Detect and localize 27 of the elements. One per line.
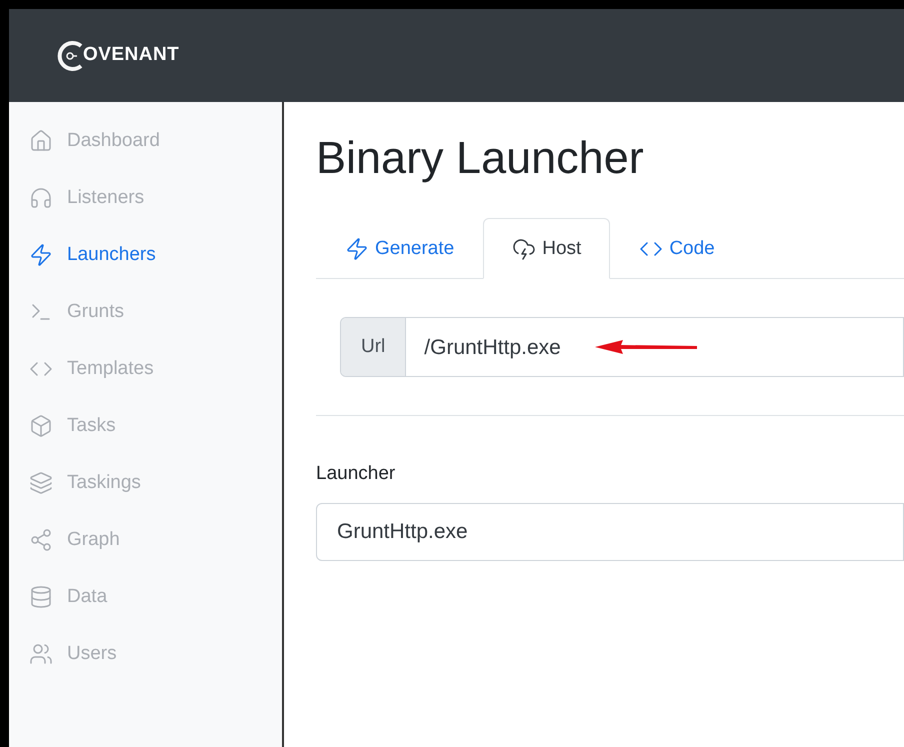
tab[interactable]: Code bbox=[610, 218, 744, 280]
tab[interactable]: Generate bbox=[316, 218, 484, 280]
headphones-icon bbox=[29, 186, 53, 210]
logo-text: OVENANT bbox=[83, 43, 180, 68]
sidebar-item[interactable]: Listeners bbox=[29, 181, 282, 215]
layers-icon bbox=[29, 471, 53, 495]
launcher-label: Launcher bbox=[316, 462, 396, 486]
lightning-icon bbox=[345, 236, 369, 261]
sidebar-item[interactable]: Tasks bbox=[29, 409, 282, 443]
cube-icon bbox=[29, 414, 53, 438]
sidebar-item[interactable]: Taskings bbox=[29, 466, 282, 500]
share-nodes-icon bbox=[29, 528, 53, 552]
sidebar-item[interactable]: Templates bbox=[29, 352, 282, 386]
sidebar-item[interactable]: Grunts bbox=[29, 295, 282, 329]
tab[interactable]: Host bbox=[483, 218, 610, 280]
cloud-lightning-icon bbox=[512, 236, 536, 261]
users-icon bbox=[29, 642, 53, 666]
lightning-icon bbox=[29, 243, 53, 267]
sidebar-item[interactable]: Users bbox=[29, 637, 282, 671]
sidebar-item[interactable]: Launchers bbox=[29, 238, 282, 272]
database-icon bbox=[29, 585, 53, 609]
page-title: Binary Launcher bbox=[316, 131, 645, 185]
sidebar-item[interactable]: Dashboard bbox=[29, 124, 282, 158]
sidebar-item[interactable]: Data bbox=[29, 580, 282, 614]
launcher-field[interactable]: GruntHttp.exe bbox=[316, 502, 904, 561]
sidebar-item[interactable]: Graph bbox=[29, 523, 282, 557]
home-icon bbox=[29, 129, 53, 153]
